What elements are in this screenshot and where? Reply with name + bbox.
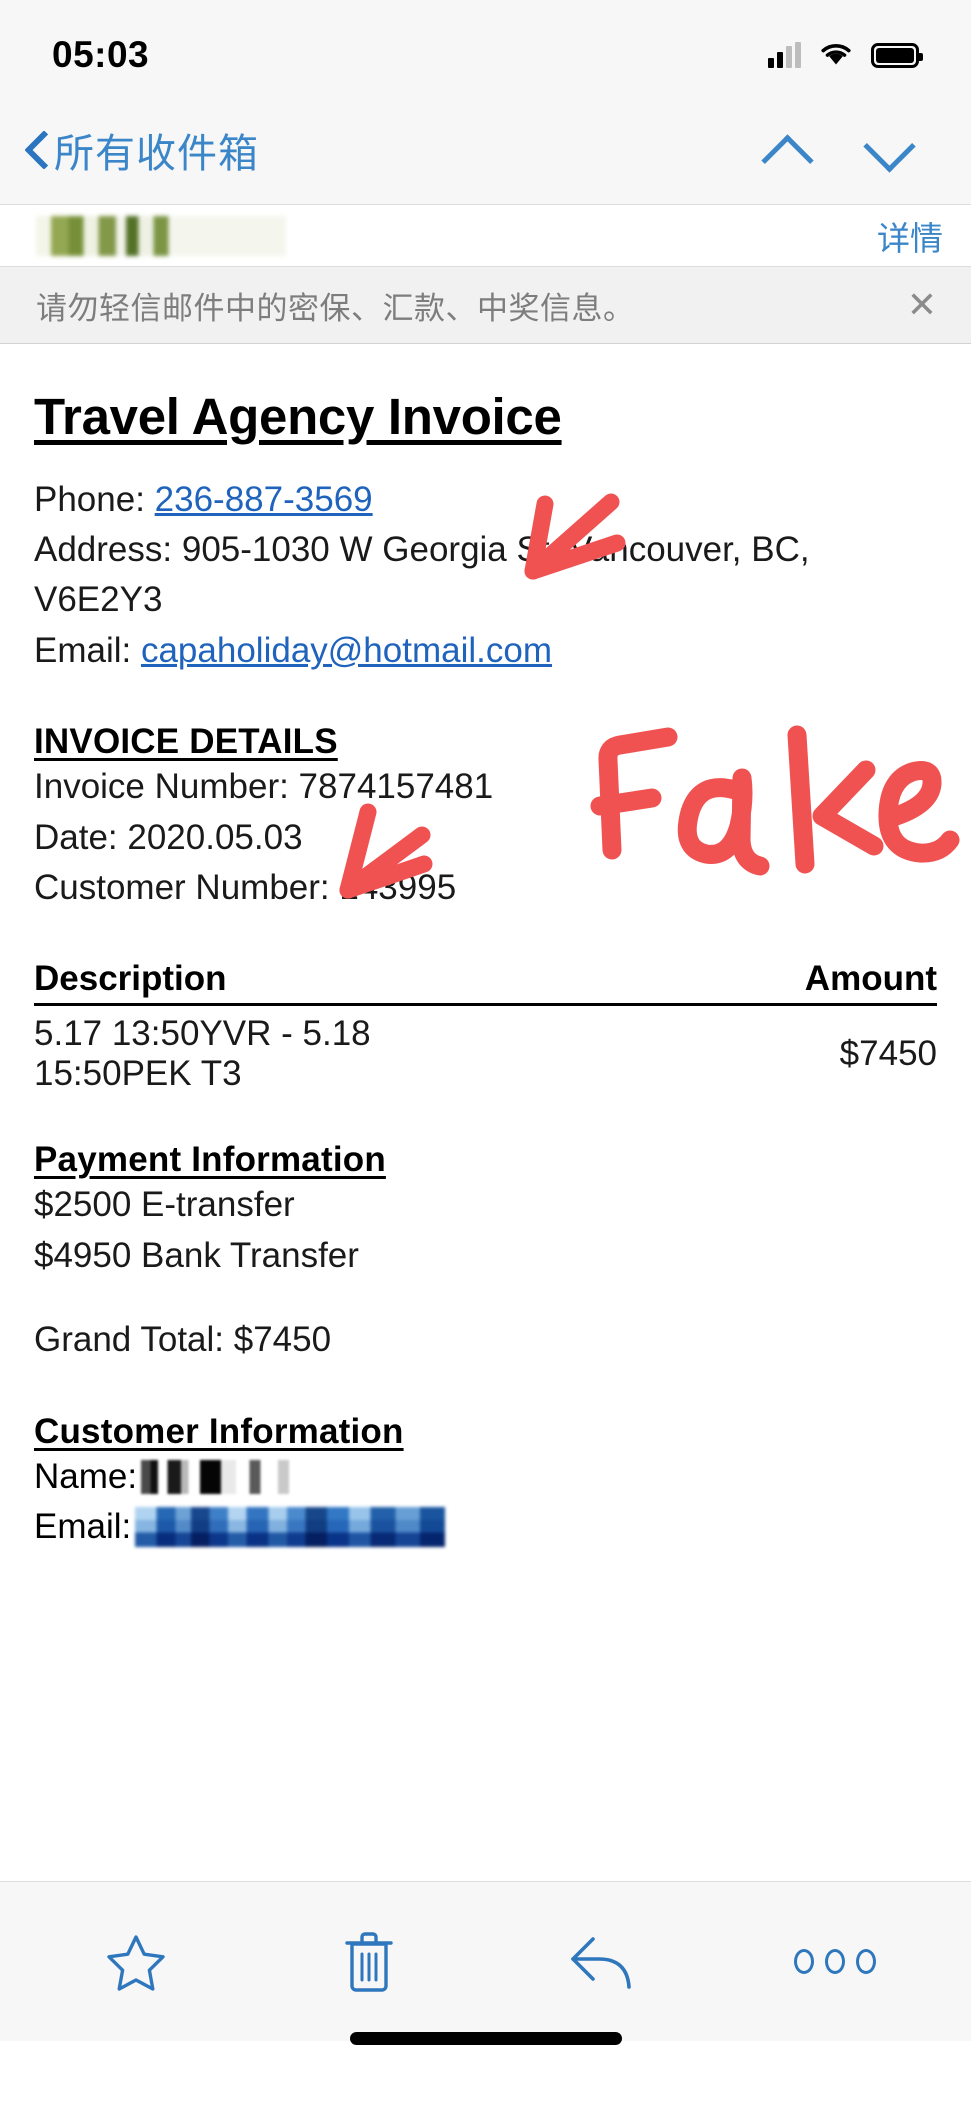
phone-label: Phone: bbox=[34, 479, 155, 519]
phone-link[interactable]: 236-887-3569 bbox=[155, 480, 373, 519]
status-bar: 05:03 bbox=[0, 0, 971, 96]
cellular-bars-icon bbox=[768, 42, 801, 68]
customer-name-line: Name: bbox=[34, 1452, 937, 1502]
contact-address-line: Address: 905-1030 W Georgia St, Vancouve… bbox=[34, 525, 937, 626]
reply-arrow-icon bbox=[571, 1936, 631, 1989]
status-bar-time: 05:03 bbox=[52, 34, 150, 75]
status-bar-icons bbox=[768, 25, 923, 72]
email-label: Email: bbox=[34, 630, 141, 670]
address-label: Address: bbox=[34, 530, 182, 570]
table-head: Description Amount bbox=[34, 959, 937, 1007]
invoice-title: Travel Agency Invoice bbox=[34, 388, 562, 445]
chevron-up-icon[interactable] bbox=[757, 124, 819, 176]
payment-line-2: $4950 Bank Transfer bbox=[34, 1235, 359, 1275]
star-icon bbox=[107, 1934, 166, 1991]
customer-email-redacted bbox=[135, 1507, 446, 1548]
customer-name-label: Name: bbox=[34, 1456, 138, 1496]
reply-button[interactable] bbox=[542, 1912, 662, 2012]
contact-email-line: Email: capaholiday@hotmail.com bbox=[34, 626, 937, 676]
back-button-label: 所有收件箱 bbox=[54, 132, 259, 176]
payment-line-1: $2500 E-transfer bbox=[34, 1185, 295, 1225]
payment-information-heading: Payment Information bbox=[34, 1140, 386, 1180]
email-viewer-screen: 05:03 所有收件箱 详情 请勿轻信邮件中的密保、汇款、中奖信息。 ✕ Tra… bbox=[0, 0, 971, 2102]
table-body: 5.17 13:50YVR - 5.18 15:50PEK T3 $7450 bbox=[34, 1005, 937, 1095]
column-header-amount: Amount bbox=[485, 959, 937, 1007]
invoice-date-line: Date: 2020.05.03 bbox=[34, 817, 303, 857]
message-nav-arrows bbox=[757, 124, 927, 176]
table-header-row: Description Amount bbox=[34, 959, 937, 1007]
email-link[interactable]: capaholiday@hotmail.com bbox=[141, 631, 552, 670]
email-body-scroll-area[interactable]: Travel Agency Invoice Phone: 236-887-356… bbox=[0, 345, 971, 1881]
customer-name-redacted bbox=[141, 1459, 332, 1494]
contact-phone-line: Phone: 236-887-3569 bbox=[34, 475, 937, 525]
back-to-all-inboxes-button[interactable]: 所有收件箱 bbox=[22, 121, 259, 179]
delete-button[interactable] bbox=[309, 1912, 429, 2012]
sender-name-redacted bbox=[36, 215, 286, 256]
customer-email-line: Email: bbox=[34, 1502, 937, 1552]
chevron-down-icon[interactable] bbox=[859, 124, 921, 176]
customer-information-heading: Customer Information bbox=[34, 1411, 404, 1451]
sender-summary-row[interactable]: 详情 bbox=[0, 204, 971, 266]
battery-full-icon bbox=[871, 42, 923, 68]
details-link[interactable]: 详情 bbox=[877, 212, 943, 260]
phishing-warning-text: 请勿轻信邮件中的密保、汇款、中奖信息。 bbox=[36, 290, 635, 326]
flag-button[interactable] bbox=[76, 1912, 196, 2012]
wifi-icon bbox=[817, 39, 855, 72]
message-actions-toolbar bbox=[0, 1881, 971, 2041]
invoice-details-heading: INVOICE DETAILS bbox=[34, 722, 338, 762]
more-button[interactable] bbox=[775, 1912, 895, 2012]
column-header-description: Description bbox=[34, 959, 486, 1007]
chevron-left-icon bbox=[22, 128, 48, 172]
phishing-warning-banner: 请勿轻信邮件中的密保、汇款、中奖信息。 ✕ bbox=[0, 266, 971, 344]
navigation-bar: 所有收件箱 bbox=[0, 96, 971, 204]
cell-amount: $7450 bbox=[839, 1034, 937, 1074]
table-row: 5.17 13:50YVR - 5.18 15:50PEK T3 $7450 bbox=[34, 1005, 937, 1095]
customer-email-label: Email: bbox=[34, 1506, 132, 1546]
close-icon[interactable]: ✕ bbox=[907, 287, 937, 323]
grand-total-line: Grand Total: $7450 bbox=[34, 1320, 332, 1360]
more-dots-icon bbox=[793, 1949, 876, 1974]
invoice-document: Travel Agency Invoice Phone: 236-887-356… bbox=[0, 388, 971, 1552]
invoice-number-line: Invoice Number: 7874157481 bbox=[34, 767, 494, 807]
customer-number-line: Customer Number: 143995 bbox=[34, 867, 457, 907]
line-items-table: Description Amount 5.17 13:50YVR - 5.18 … bbox=[34, 959, 937, 1094]
cell-description: 5.17 13:50YVR - 5.18 15:50PEK T3 bbox=[34, 1014, 371, 1094]
home-indicator[interactable] bbox=[349, 2032, 622, 2045]
bottom-safe-area bbox=[0, 2041, 971, 2102]
trash-icon bbox=[345, 1931, 393, 1992]
